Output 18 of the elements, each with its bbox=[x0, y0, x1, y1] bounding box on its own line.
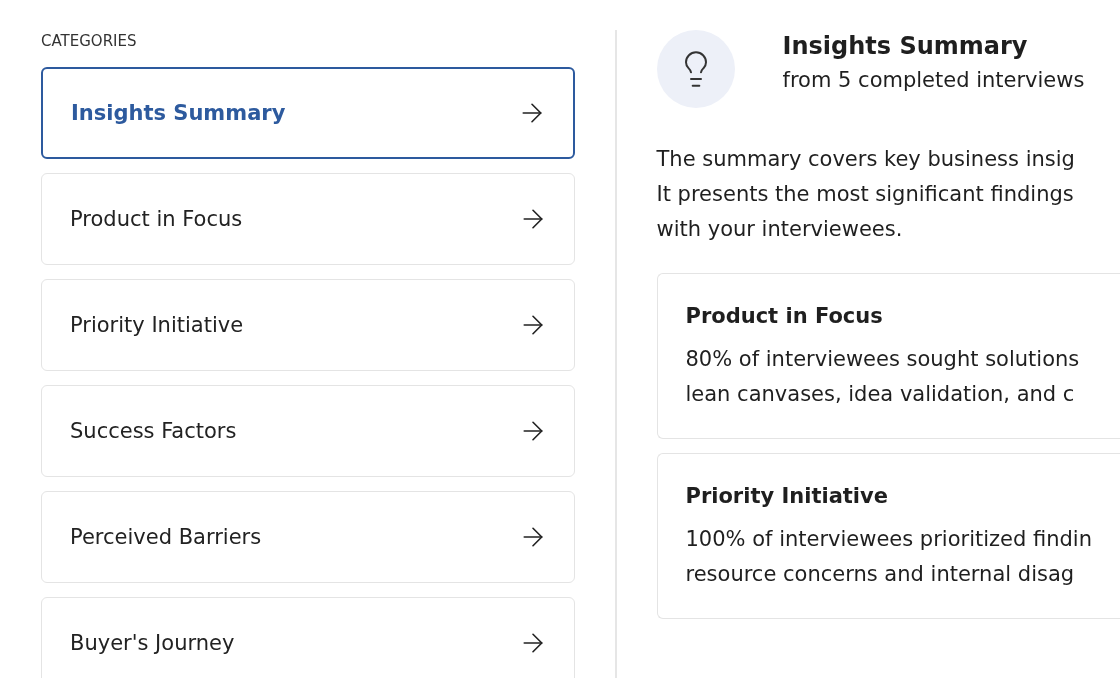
category-item[interactable]: Product in Focus bbox=[41, 173, 575, 265]
category-item[interactable]: Success Factors bbox=[41, 385, 575, 477]
intro-text: with your interviewees. bbox=[656, 216, 904, 243]
intro-text: The summary covers key business insig bbox=[656, 146, 1076, 173]
card-text: lean canvases, idea validation, and c bbox=[685, 381, 1076, 408]
intro-text: It presents the most significant findings bbox=[656, 181, 1075, 208]
category-item[interactable]: Perceived Barriers bbox=[41, 491, 575, 583]
card-title: Priority Initiative bbox=[685, 484, 889, 508]
summary-subtitle: from 5 completed interviews bbox=[782, 68, 1085, 92]
categories-heading: CATEGORIES bbox=[41, 32, 138, 50]
card-text: 80% of interviewees sought solutions bbox=[685, 346, 1081, 373]
category-item[interactable]: Priority Initiative bbox=[41, 279, 575, 371]
category-item[interactable]: Insights Summary bbox=[41, 67, 575, 159]
category-item[interactable]: Buyer's Journey bbox=[41, 597, 575, 678]
summary-title: Insights Summary bbox=[782, 32, 1029, 60]
card-text: resource concerns and internal disag bbox=[685, 561, 1076, 588]
card-text: 100% of interviewees prioritized findin bbox=[685, 526, 1094, 553]
card-title: Product in Focus bbox=[685, 304, 884, 328]
